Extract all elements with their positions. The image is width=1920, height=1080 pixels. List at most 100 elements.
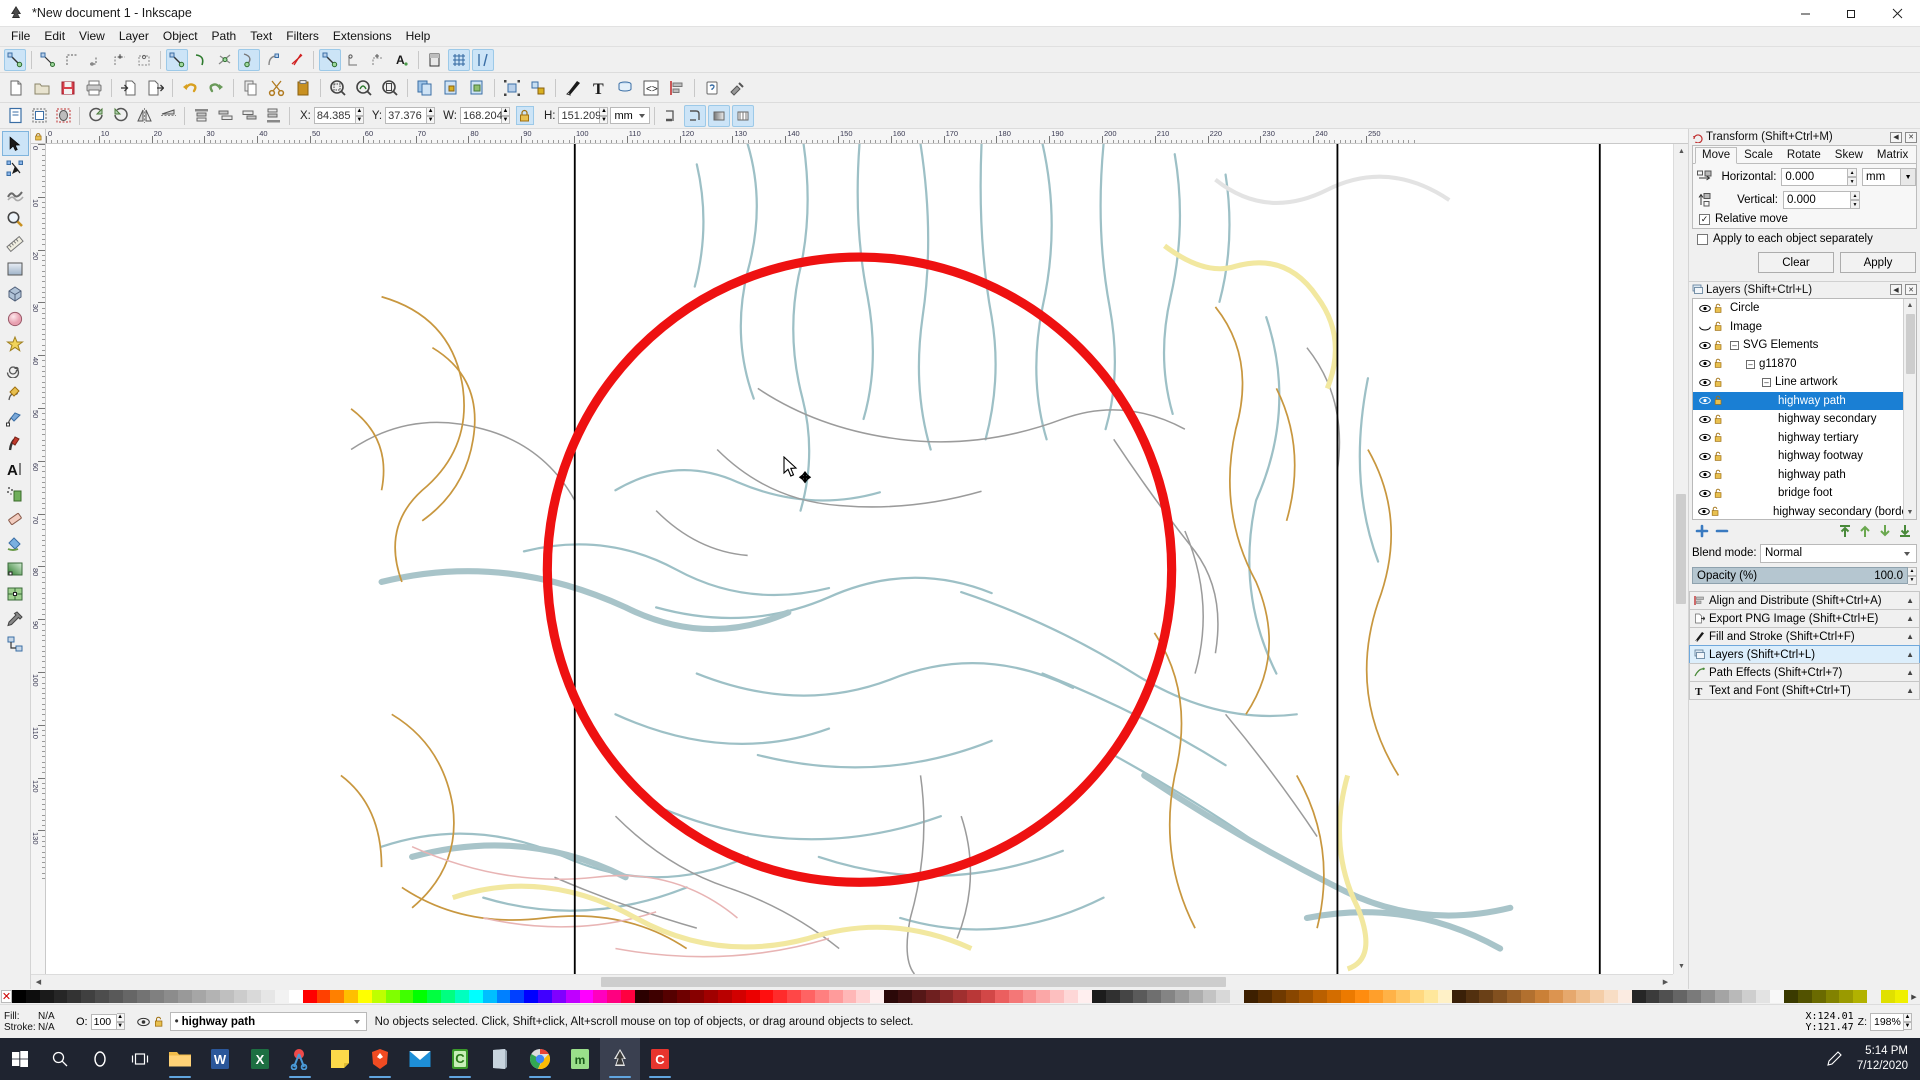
raise-icon[interactable] [214, 105, 236, 127]
xml-editor-icon[interactable] [613, 76, 637, 100]
deselect-icon[interactable] [52, 105, 74, 127]
layer-lock-icon[interactable] [1712, 432, 1725, 443]
blend-mode-select[interactable]: Normal [1760, 544, 1917, 563]
palette-swatch[interactable] [123, 990, 137, 1003]
fill-and-stroke-icon[interactable] [561, 76, 585, 100]
palette-swatch[interactable] [884, 990, 898, 1003]
snipping-tool-icon[interactable] [280, 1038, 320, 1080]
layer-lock-icon[interactable] [1712, 358, 1725, 369]
snap-others-icon[interactable] [319, 49, 341, 71]
palette-swatch[interactable] [1701, 990, 1715, 1003]
affect-patterns-icon[interactable] [732, 105, 754, 127]
palette-swatch[interactable] [732, 990, 746, 1003]
tab-matrix[interactable]: Matrix [1870, 147, 1915, 163]
ruler-unit-corner[interactable] [31, 129, 46, 144]
menu-extensions[interactable]: Extensions [326, 27, 399, 46]
horizontal-scroll-thumb[interactable] [601, 977, 1226, 987]
mail-app-icon[interactable] [400, 1038, 440, 1080]
menu-view[interactable]: View [72, 27, 112, 46]
enable-snapping-icon[interactable] [4, 49, 26, 71]
palette-swatch[interactable] [358, 990, 372, 1003]
zoom-field[interactable]: 198% [1870, 1013, 1904, 1031]
flip-vertical-icon[interactable] [157, 105, 179, 127]
palette-swatch[interactable] [538, 990, 552, 1003]
layer-lock-icon[interactable] [1712, 414, 1725, 425]
palette-swatch[interactable] [497, 990, 511, 1003]
preferences-icon[interactable] [700, 76, 724, 100]
mendeley-icon[interactable]: m [560, 1038, 600, 1080]
bezier-pen-tool[interactable] [2, 406, 29, 431]
layer-lock-icon[interactable] [1712, 469, 1725, 480]
tab-skew[interactable]: Skew [1828, 147, 1870, 163]
palette-swatch[interactable] [469, 990, 483, 1003]
chevron-up-icon[interactable]: ▲ [1906, 686, 1914, 695]
layers-list[interactable]: CircleImage–SVG Elements–g11870–Line art… [1692, 298, 1917, 520]
layer-row[interactable]: highway path [1693, 392, 1903, 411]
layers-collapse-icon[interactable]: ◀ [1890, 284, 1902, 295]
relative-move-row[interactable]: ✓ Relative move [1699, 213, 1916, 225]
palette-swatch[interactable] [1410, 990, 1424, 1003]
current-layer-select[interactable]: • highway path [170, 1012, 367, 1031]
layer-row[interactable]: highway secondary (border) [1693, 503, 1903, 520]
group-icon[interactable] [500, 76, 524, 100]
collapse-expander-icon[interactable]: – [1730, 341, 1739, 350]
accordion-text-font[interactable]: T Text and Font (Shift+Ctrl+T) ▲ [1689, 681, 1920, 700]
rectangle-tool[interactable] [2, 256, 29, 281]
scroll-up-arrow[interactable]: ▲ [1675, 145, 1688, 158]
layer-row[interactable]: –SVG Elements [1693, 336, 1903, 355]
palette-swatch[interactable] [1742, 990, 1756, 1003]
palette-swatch[interactable] [1715, 990, 1729, 1003]
text-tool[interactable]: A [2, 456, 29, 481]
menu-help[interactable]: Help [399, 27, 438, 46]
palette-swatch[interactable] [26, 990, 40, 1003]
task-view-button[interactable] [120, 1038, 160, 1080]
export-icon[interactable] [143, 76, 167, 100]
text-and-font-icon[interactable]: T [587, 76, 611, 100]
microsoft-word-icon[interactable]: W [200, 1038, 240, 1080]
palette-swatch[interactable] [1853, 990, 1867, 1003]
visible-icon[interactable] [137, 1017, 150, 1027]
save-document-icon[interactable] [56, 76, 80, 100]
palette-swatch[interactable] [1881, 990, 1895, 1003]
palette-swatch[interactable] [1161, 990, 1175, 1003]
layers-close-icon[interactable]: ✕ [1905, 284, 1917, 295]
relative-move-checkbox[interactable]: ✓ [1699, 214, 1710, 225]
layer-visibility-icon[interactable] [1698, 470, 1711, 479]
palette-swatch[interactable] [344, 990, 358, 1003]
mesh-gradient-tool[interactable] [2, 581, 29, 606]
layer-visibility-icon[interactable] [1698, 433, 1711, 442]
accordion-fill-stroke[interactable]: Fill and Stroke (Shift+Ctrl+F) ▲ [1689, 627, 1920, 646]
search-button[interactable] [40, 1038, 80, 1080]
snap-smooth-nodes-icon[interactable] [262, 49, 284, 71]
palette-swatch[interactable] [898, 990, 912, 1003]
palette-swatch[interactable] [1438, 990, 1452, 1003]
layer-lock-icon[interactable] [1712, 395, 1725, 406]
snap-bbox-centers-icon[interactable] [133, 49, 155, 71]
tab-rotate[interactable]: Rotate [1780, 147, 1828, 163]
rotate-ccw-icon[interactable] [85, 105, 107, 127]
transform-unit-select[interactable]: mm [1862, 168, 1901, 186]
snap-text-baselines-icon[interactable]: A [391, 49, 413, 71]
document-properties-icon[interactable] [726, 76, 750, 100]
raise-to-top-icon[interactable] [190, 105, 212, 127]
palette-swatch[interactable] [815, 990, 829, 1003]
import-icon[interactable] [117, 76, 141, 100]
vertical-field[interactable]: 0.000 [1783, 191, 1851, 209]
palette-swatch[interactable] [552, 990, 566, 1003]
palette-swatch[interactable] [1466, 990, 1480, 1003]
paste-icon[interactable] [291, 76, 315, 100]
duplicate-icon[interactable] [413, 76, 437, 100]
layer-visibility-icon[interactable] [1698, 341, 1711, 350]
palette-swatch[interactable] [566, 990, 580, 1003]
layer-row[interactable]: highway path [1693, 466, 1903, 485]
flip-horizontal-icon[interactable] [133, 105, 155, 127]
palette-swatch[interactable] [1756, 990, 1770, 1003]
x-field[interactable]: 84.385 [314, 107, 356, 124]
accordion-align-distribute[interactable]: Align and Distribute (Shift+Ctrl+A) ▲ [1689, 591, 1920, 610]
snap-page-border-icon[interactable] [424, 49, 446, 71]
status-opacity-field[interactable]: 100 [91, 1014, 117, 1030]
palette-swatch[interactable] [856, 990, 870, 1003]
palette-swatch[interactable] [649, 990, 663, 1003]
palette-swatch[interactable] [1175, 990, 1189, 1003]
layer-row[interactable]: –g11870 [1693, 355, 1903, 374]
